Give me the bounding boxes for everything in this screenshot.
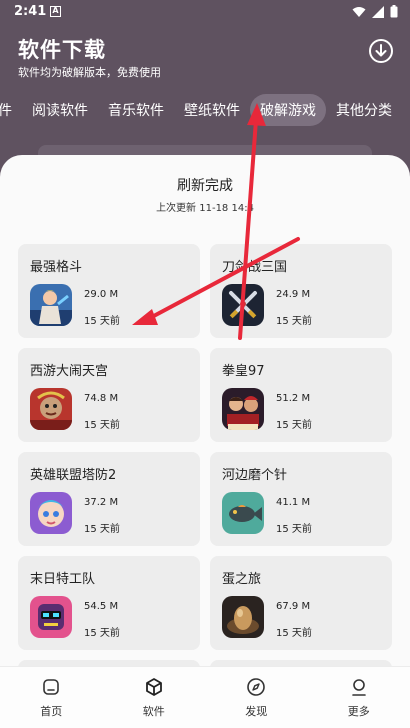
app-size: 67.9 M bbox=[276, 601, 311, 612]
app-size: 29.0 M bbox=[84, 289, 119, 300]
app-name: 拳皇97 bbox=[222, 364, 265, 379]
cube-icon bbox=[145, 678, 162, 696]
page-title: 软件下载 bbox=[18, 38, 106, 62]
wifi-icon bbox=[352, 6, 366, 17]
app-card[interactable]: 蛋之旅 67.9 M 15 天前 bbox=[210, 556, 392, 650]
tab-reading[interactable]: 阅读软件 bbox=[22, 94, 98, 126]
fighter-game-icon bbox=[30, 284, 72, 326]
crossed-swords-game-icon bbox=[222, 284, 264, 326]
app-size: 74.8 M bbox=[84, 393, 119, 404]
app-age: 15 天前 bbox=[84, 524, 120, 535]
tower-defense-game-icon bbox=[30, 492, 72, 534]
app-name: 最强格斗 bbox=[30, 260, 83, 275]
nav-home[interactable]: 首页 bbox=[0, 667, 103, 728]
fish-game-icon bbox=[222, 492, 264, 534]
app-size: 37.2 M bbox=[84, 497, 119, 508]
nav-label: 首页 bbox=[40, 705, 63, 718]
app-card[interactable]: 英雄联盟塔防2 37.2 M 15 天前 bbox=[18, 452, 200, 546]
app-age: 15 天前 bbox=[276, 420, 312, 431]
nav-software[interactable]: 软件 bbox=[103, 667, 206, 728]
app-size: 41.1 M bbox=[276, 497, 311, 508]
nav-label: 更多 bbox=[347, 705, 370, 718]
app-card[interactable]: 拳皇97 51.2 M 15 天前 bbox=[210, 348, 392, 442]
person-icon bbox=[351, 679, 366, 696]
battery-icon bbox=[390, 5, 398, 18]
refresh-indicator: 刷新完成 上次更新 11-18 14:4 bbox=[0, 175, 410, 214]
app-name: 河边磨个针 bbox=[222, 468, 288, 483]
category-tabs: 件 阅读软件 音乐软件 壁纸软件 破解游戏 其他分类 bbox=[0, 94, 402, 126]
app-age: 15 天前 bbox=[276, 628, 312, 639]
nav-label: 软件 bbox=[142, 705, 165, 718]
app-size: 54.5 M bbox=[84, 601, 119, 612]
page-subtitle: 软件均为破解版本，免费使用 bbox=[18, 66, 161, 79]
app-name: 英雄联盟塔防2 bbox=[30, 468, 117, 483]
status-icons bbox=[352, 5, 398, 18]
app-card[interactable]: 末日特工队 54.5 M 15 天前 bbox=[18, 556, 200, 650]
tab-other[interactable]: 其他分类 bbox=[326, 94, 402, 126]
status-bar: 2:41 A bbox=[0, 0, 410, 24]
app-age: 15 天前 bbox=[84, 420, 120, 431]
app-name: 末日特工队 bbox=[30, 572, 96, 587]
tab-partial[interactable]: 件 bbox=[0, 94, 22, 126]
app-name: 蛋之旅 bbox=[222, 572, 262, 587]
app-size: 51.2 M bbox=[276, 393, 311, 404]
nav-discover[interactable]: 发现 bbox=[205, 667, 308, 728]
egg-game-icon bbox=[222, 596, 264, 638]
download-icon[interactable] bbox=[368, 38, 394, 64]
tab-cracked-games[interactable]: 破解游戏 bbox=[250, 94, 326, 126]
tab-music[interactable]: 音乐软件 bbox=[98, 94, 174, 126]
app-age: 15 天前 bbox=[276, 316, 312, 327]
signal-icon bbox=[372, 5, 384, 18]
app-age: 15 天前 bbox=[84, 628, 120, 639]
agent-squad-game-icon bbox=[30, 596, 72, 638]
app-name: 刀剑战三国 bbox=[222, 260, 288, 275]
tab-wallpaper[interactable]: 壁纸软件 bbox=[174, 94, 250, 126]
app-age: 15 天前 bbox=[276, 524, 312, 535]
monkey-king-game-icon bbox=[30, 388, 72, 430]
content-sheet: 刷新完成 上次更新 11-18 14:4 最强格斗 29.0 M 15 天前 刀… bbox=[0, 155, 410, 728]
home-icon bbox=[43, 679, 60, 695]
app-card[interactable]: 最强格斗 29.0 M 15 天前 bbox=[18, 244, 200, 338]
app-age: 15 天前 bbox=[84, 316, 120, 327]
app-size: 24.9 M bbox=[276, 289, 311, 300]
nav-more[interactable]: 更多 bbox=[308, 667, 410, 728]
nav-label: 发现 bbox=[245, 705, 268, 718]
app-name: 西游大闹天宫 bbox=[30, 364, 109, 379]
refresh-title: 刷新完成 bbox=[177, 178, 233, 194]
compass-icon bbox=[247, 678, 266, 696]
app-card[interactable]: 刀剑战三国 24.9 M 15 天前 bbox=[210, 244, 392, 338]
app-card[interactable]: 河边磨个针 41.1 M 15 天前 bbox=[210, 452, 392, 546]
bottom-navigation: 首页 软件 发现 更多 bbox=[0, 666, 410, 728]
app-card[interactable]: 西游大闹天宫 74.8 M 15 天前 bbox=[18, 348, 200, 442]
app-header: 软件下载 软件均为破解版本，免费使用 bbox=[0, 24, 410, 90]
status-time: 2:41 bbox=[14, 4, 47, 19]
notification-a-icon: A bbox=[50, 6, 61, 17]
refresh-updated: 上次更新 11-18 14:4 bbox=[156, 203, 254, 214]
kof97-game-icon bbox=[222, 388, 264, 430]
